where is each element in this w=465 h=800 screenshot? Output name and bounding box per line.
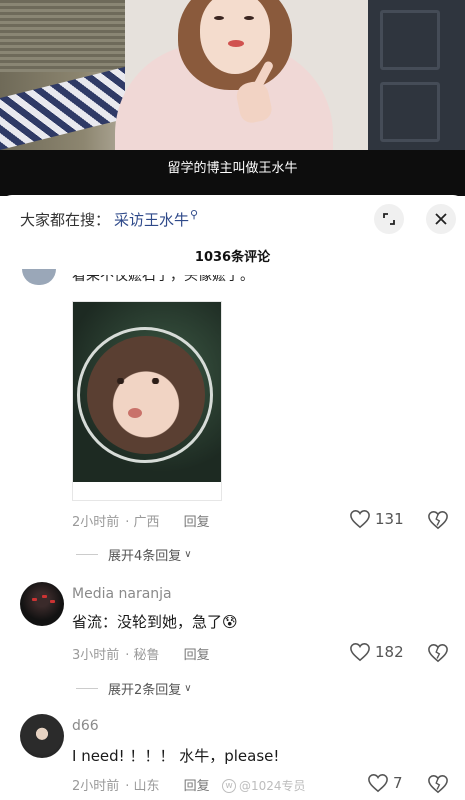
comment-location: · 广西 xyxy=(125,515,160,530)
divider-line xyxy=(76,554,98,555)
weibo-icon: w xyxy=(222,778,236,793)
comment-body: 省流：没轮到她，急了 xyxy=(72,613,223,631)
location-label: 山东 xyxy=(133,779,160,794)
username[interactable]: d66 xyxy=(72,718,99,734)
avatar-light xyxy=(32,598,37,601)
person-eye xyxy=(244,16,254,20)
avatar[interactable] xyxy=(20,714,64,758)
broken-heart-icon xyxy=(428,644,448,663)
comment-time: 3小时前 xyxy=(72,648,120,663)
username[interactable]: Media naranja xyxy=(72,586,172,602)
person-lips xyxy=(228,40,244,47)
like-button[interactable]: 131 xyxy=(349,509,404,529)
broken-heart-icon xyxy=(428,775,448,794)
comment-image[interactable] xyxy=(72,301,222,501)
like-count: 7 xyxy=(393,774,403,792)
watermark: w @1024专员 xyxy=(222,777,306,794)
trending-search[interactable]: 大家都在搜： 采访王水牛 ⚲ xyxy=(20,207,198,231)
comment-sheet: 大家都在搜： 采访王水牛 ⚲ 1036条评论 看呆不仅嬷石了，头像嬷了。 2小时… xyxy=(0,195,465,800)
video-frame xyxy=(0,0,465,150)
trending-search-prefix: 大家都在搜： xyxy=(20,210,111,229)
comment-meta: 2小时前 · 山东 回复 xyxy=(72,775,210,794)
expand-button[interactable] xyxy=(374,204,404,234)
location-label: 广西 xyxy=(133,515,160,530)
comment-text: 看呆不仅嬷石了，头像嬷了。 xyxy=(72,275,254,290)
heart-icon xyxy=(368,774,388,793)
chevron-down-icon: ∨ xyxy=(184,683,192,694)
expand-icon xyxy=(383,213,395,225)
comment-text: I need! ！！！ 水牛，please! xyxy=(72,747,280,765)
comment-text: 省流：没轮到她，急了😰 xyxy=(72,611,238,632)
divider-line xyxy=(76,688,98,689)
like-count: 182 xyxy=(375,643,404,661)
comment-time: 2小时前 xyxy=(72,779,120,794)
trending-search-link[interactable]: 采访王水牛 xyxy=(114,209,189,230)
location-label: 秘鲁 xyxy=(133,648,160,663)
expand-replies-label: 展开2条回复 xyxy=(108,683,182,698)
reply-button[interactable]: 回复 xyxy=(184,511,210,530)
door-panel xyxy=(380,10,440,70)
comment-meta: 2小时前 · 广西 回复 xyxy=(72,511,210,530)
reply-button[interactable]: 回复 xyxy=(184,644,210,663)
chevron-down-icon: ∨ xyxy=(184,549,192,560)
comment-location: · 山东 xyxy=(125,779,160,794)
reply-button[interactable]: 回复 xyxy=(184,775,210,794)
search-icon: ⚲ xyxy=(190,207,199,221)
close-button[interactable] xyxy=(426,204,456,234)
comment-location: · 秘鲁 xyxy=(125,648,160,663)
close-icon xyxy=(435,213,447,225)
avatar[interactable] xyxy=(20,582,64,626)
like-button[interactable]: 7 xyxy=(367,773,403,793)
avatar-light xyxy=(42,595,47,598)
broken-heart-icon xyxy=(428,511,448,530)
anxious-emoji-icon: 😰 xyxy=(222,613,238,631)
dislike-button[interactable] xyxy=(427,510,449,534)
avatar[interactable] xyxy=(22,269,56,285)
window-blind xyxy=(0,0,125,72)
watermark-text: @1024专员 xyxy=(239,779,306,793)
person-eye xyxy=(214,16,224,20)
expand-replies[interactable]: 展开2条回复 ∨ xyxy=(76,679,192,698)
like-button[interactable]: 182 xyxy=(349,642,404,662)
dislike-button[interactable] xyxy=(427,774,449,798)
like-count: 131 xyxy=(375,510,404,528)
comment-text-cut: 看呆不仅嬷石了，头像嬷了。 xyxy=(72,275,254,284)
heart-icon xyxy=(350,643,370,662)
comment-meta: 3小时前 · 秘鲁 回复 xyxy=(72,644,210,663)
image-frame-ring xyxy=(77,327,213,463)
comment-time: 2小时前 xyxy=(72,515,120,530)
dislike-button[interactable] xyxy=(427,643,449,667)
striped-bag xyxy=(0,66,125,150)
video-player[interactable]: 留学的博主叫做王水牛 xyxy=(0,0,465,196)
video-subtitle: 留学的博主叫做王水牛 xyxy=(167,161,298,176)
expand-replies-label: 展开4条回复 xyxy=(108,549,182,564)
avatar-light xyxy=(50,600,55,603)
heart-icon xyxy=(350,510,370,529)
expand-replies[interactable]: 展开4条回复 ∨ xyxy=(76,545,192,564)
comment-count-title: 1036条评论 xyxy=(194,250,271,265)
door-panel xyxy=(380,82,440,142)
